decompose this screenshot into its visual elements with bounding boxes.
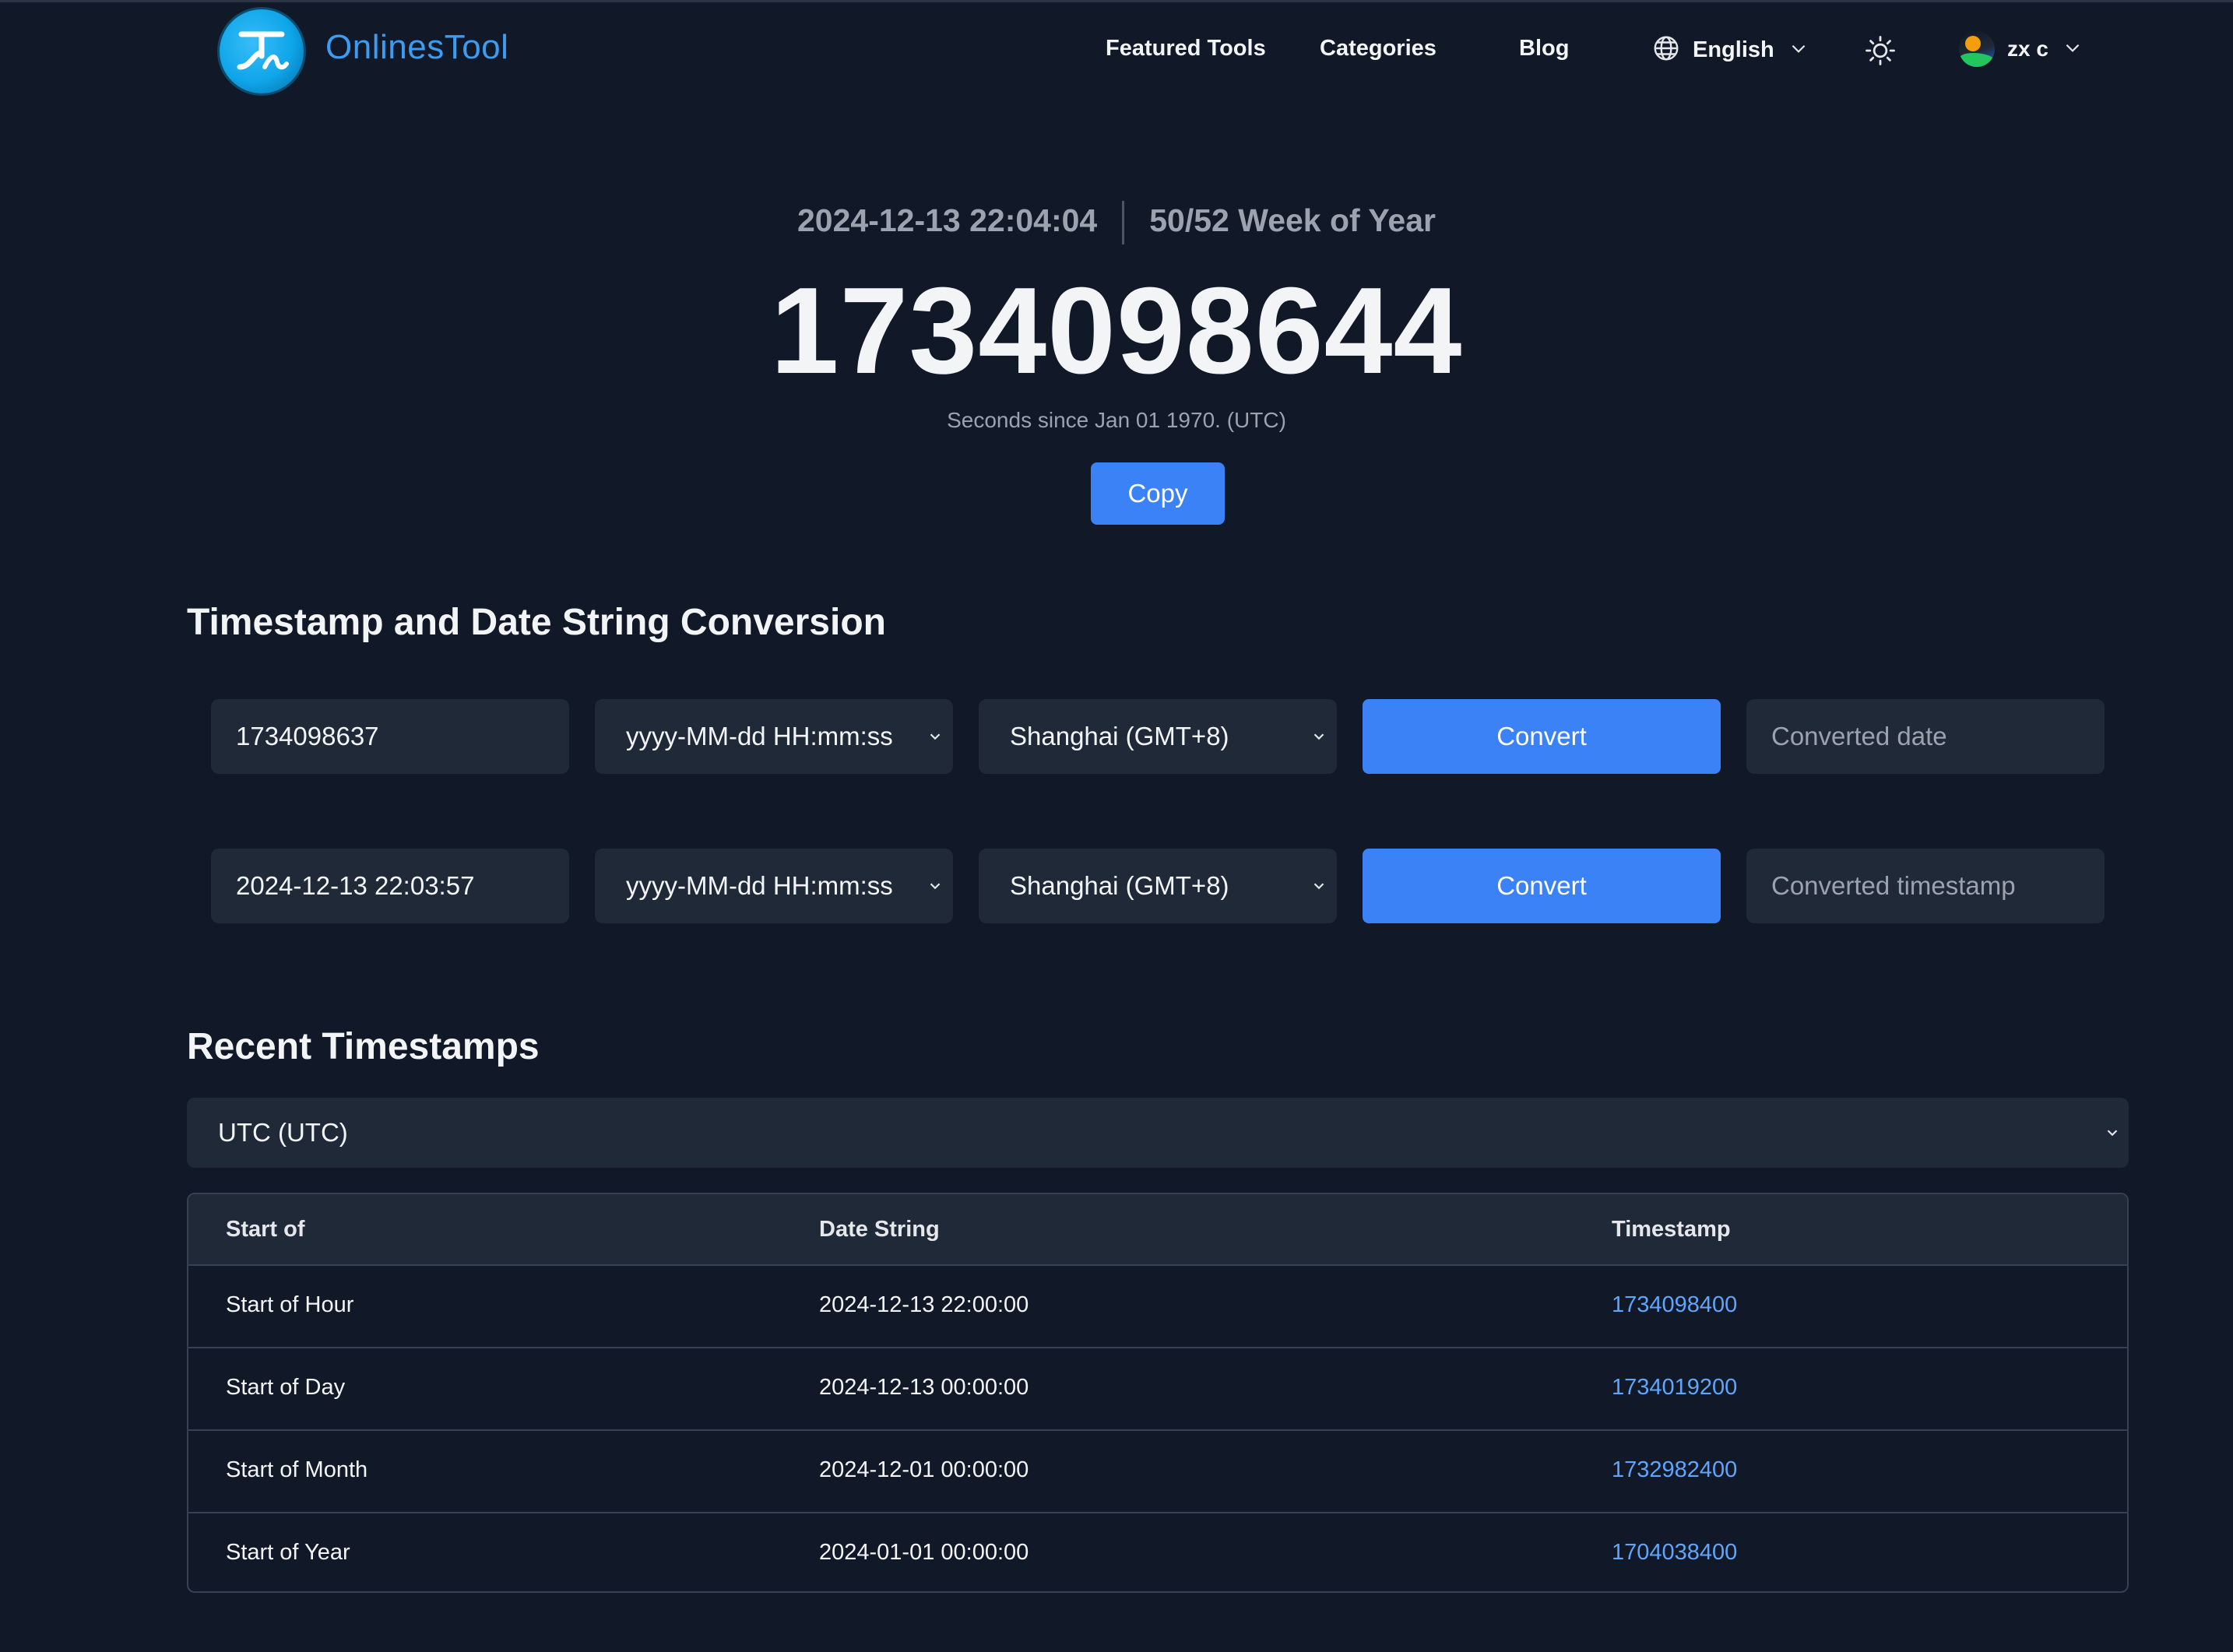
week-of-year: 50/52 Week of Year: [1149, 202, 1436, 238]
table-row: Start of Hour 2024-12-13 22:00:00 173409…: [188, 1264, 2127, 1348]
chevron-down-icon: [1310, 849, 1327, 923]
chevron-down-icon: [1310, 699, 1327, 774]
recent-timestamps-table: Start of Date String Timestamp Start of …: [187, 1193, 2129, 1593]
row-label: Start of Month: [226, 1457, 368, 1482]
format-select[interactable]: yyyy-MM-dd HH:mm:ss: [595, 849, 953, 923]
column-header-timestamp: Timestamp: [1612, 1217, 1731, 1242]
format-select[interactable]: yyyy-MM-dd HH:mm:ss: [595, 699, 953, 774]
row-date: 2024-12-13 22:00:00: [819, 1292, 1029, 1317]
chevron-down-icon: [1788, 38, 1809, 62]
table-row: Start of Month 2024-12-01 00:00:00 17329…: [188, 1429, 2127, 1513]
row-date: 2024-12-01 00:00:00: [819, 1457, 1029, 1482]
current-date: 2024-12-13 22:04:04: [797, 202, 1098, 238]
user-name: zx c: [2007, 37, 2048, 61]
header: OnlinesTool Featured Tools Categories Bl…: [0, 0, 2233, 101]
language-selector[interactable]: English: [1652, 34, 1809, 65]
format-select-value: yyyy-MM-dd HH:mm:ss: [626, 871, 893, 900]
timestamp-input[interactable]: 1734098637: [211, 699, 569, 774]
column-header-date-string: Date String: [819, 1217, 940, 1242]
chevron-down-icon: [927, 699, 944, 774]
nav-blog[interactable]: Blog: [1519, 36, 1569, 62]
nav-featured-tools[interactable]: Featured Tools: [1106, 36, 1266, 62]
table-header: Start of Date String Timestamp: [188, 1194, 2127, 1266]
timezone-select[interactable]: Shanghai (GMT+8): [979, 849, 1337, 923]
format-select-value: yyyy-MM-dd HH:mm:ss: [626, 722, 893, 750]
timezone-select-value: Shanghai (GMT+8): [1010, 722, 1229, 750]
conversion-heading: Timestamp and Date String Conversion: [187, 602, 886, 643]
nav-categories[interactable]: Categories: [1320, 36, 1437, 62]
recent-timestamps-heading: Recent Timestamps: [187, 1026, 540, 1067]
date-string-input[interactable]: 2024-12-13 22:03:57: [211, 849, 569, 923]
row-label: Start of Hour: [226, 1292, 354, 1317]
recent-timezone-select[interactable]: UTC (UTC): [187, 1098, 2129, 1168]
avatar: [1959, 31, 1995, 67]
row-timestamp-link[interactable]: 1732982400: [1612, 1429, 1737, 1510]
timezone-select-value: Shanghai (GMT+8): [1010, 871, 1229, 900]
user-menu[interactable]: zx c: [1959, 31, 2083, 67]
column-header-start-of: Start of: [226, 1217, 305, 1242]
current-timestamp: 1734098644: [770, 262, 1463, 399]
row-timestamp-link[interactable]: 1734098400: [1612, 1264, 1737, 1345]
copy-button[interactable]: Copy: [1091, 462, 1225, 525]
language-label: English: [1693, 37, 1774, 62]
chevron-down-icon: [2104, 1098, 2121, 1168]
table-row: Start of Day 2024-12-13 00:00:00 1734019…: [188, 1347, 2127, 1431]
row-date: 2024-12-13 00:00:00: [819, 1375, 1029, 1400]
convert-to-timestamp-button[interactable]: Convert: [1363, 849, 1721, 923]
chevron-down-icon: [927, 849, 944, 923]
row-timestamp-link[interactable]: 1734019200: [1612, 1347, 1737, 1428]
logo-icon[interactable]: [220, 9, 304, 93]
sun-icon[interactable]: [1864, 34, 1897, 71]
row-timestamp-link[interactable]: 1704038400: [1612, 1512, 1737, 1591]
globe-icon: [1652, 34, 1680, 66]
table-row: Start of Year 2024-01-01 00:00:00 170403…: [188, 1512, 2127, 1591]
row-label: Start of Year: [226, 1540, 350, 1565]
divider: [1122, 201, 1125, 244]
converted-timestamp-output[interactable]: Converted timestamp: [1746, 849, 2105, 923]
converted-date-output[interactable]: Converted date: [1746, 699, 2105, 774]
row-label: Start of Day: [226, 1375, 346, 1400]
timezone-select[interactable]: Shanghai (GMT+8): [979, 699, 1337, 774]
convert-to-date-button[interactable]: Convert: [1363, 699, 1721, 774]
chevron-down-icon: [2062, 37, 2083, 62]
current-date-line: 2024-12-13 22:04:04 50/52 Week of Year: [0, 201, 2233, 244]
brand-name[interactable]: OnlinesTool: [325, 28, 508, 67]
row-date: 2024-01-01 00:00:00: [819, 1540, 1029, 1565]
timestamp-subtitle: Seconds since Jan 01 1970. (UTC): [947, 408, 1286, 432]
recent-timezone-value: UTC (UTC): [218, 1118, 348, 1147]
